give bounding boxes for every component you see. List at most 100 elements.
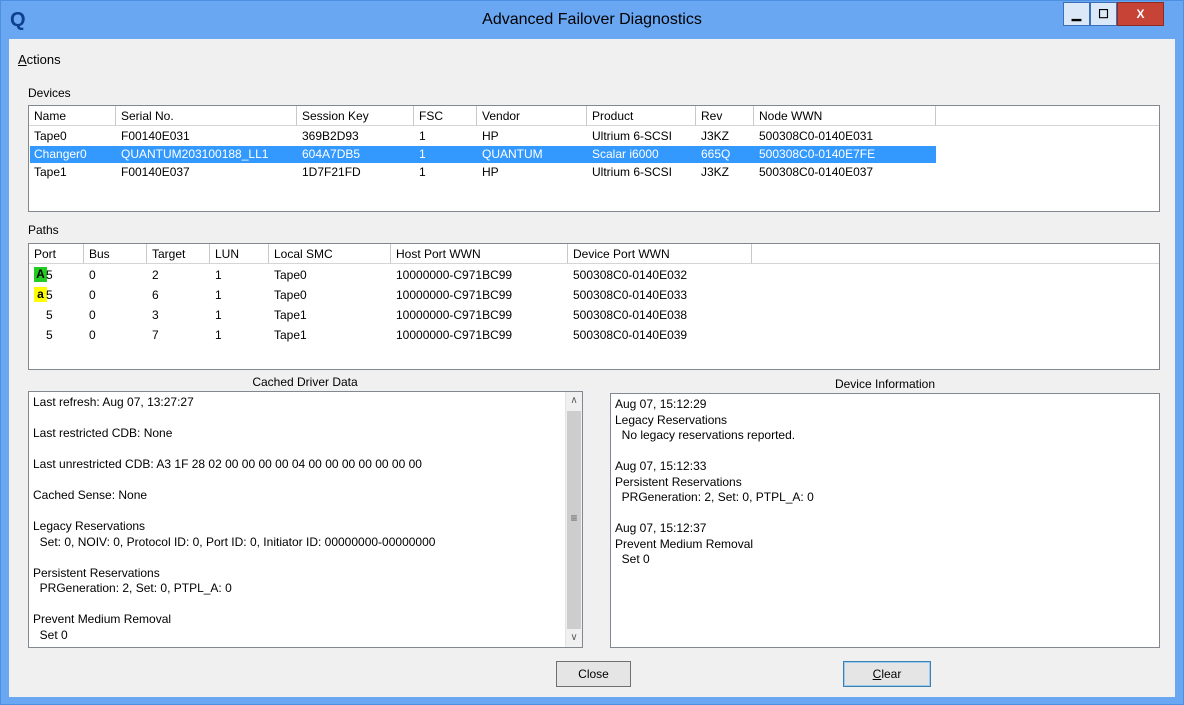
path-cell-device-port-wwn: 500308C0-0140E033 bbox=[573, 288, 688, 302]
paths-header-port[interactable]: Port bbox=[29, 244, 84, 264]
device-cell-node-wwn: 500308C0-0140E037 bbox=[759, 165, 874, 179]
device-cell-product: Scalar i6000 bbox=[592, 147, 659, 161]
device-info-line: Persistent Reservations bbox=[615, 474, 742, 489]
path-cell-device-port-wwn: 500308C0-0140E032 bbox=[573, 268, 688, 282]
path-cell-host-port-wwn: 10000000-C971BC99 bbox=[396, 268, 513, 282]
path-cell-host-port-wwn: 10000000-C971BC99 bbox=[396, 328, 513, 342]
device-row[interactable]: Changer0 QUANTUM203100188_LL1 604A7DB5 1 QUA… bbox=[30, 146, 936, 163]
device-cell-serial: QUANTUM203100188_LL1 bbox=[121, 147, 269, 161]
cached-text-line: Prevent Medium Removal bbox=[33, 612, 172, 626]
path-cell-local-smc: Tape1 bbox=[274, 308, 307, 322]
device-cell-node-wwn: 500308C0-0140E7FE bbox=[759, 147, 876, 161]
path-cell-local-smc: Tape1 bbox=[274, 328, 307, 342]
cached-text-line: Set: 0, NOIV: 0, Protocol ID: 0, Port ID… bbox=[33, 534, 436, 549]
device-cell-vendor: QUANTUM bbox=[482, 147, 543, 161]
device-cell-rev: 665Q bbox=[701, 147, 731, 161]
device-cell-vendor: HP bbox=[482, 165, 499, 179]
device-info-line: Aug 07, 15:12:37 bbox=[615, 521, 707, 535]
path-cell-target: 3 bbox=[152, 308, 159, 322]
devices-header-rev[interactable]: Rev bbox=[696, 106, 754, 126]
device-info-line: Aug 07, 15:12:33 bbox=[615, 459, 707, 473]
cached-text-line: Persistent Reservations bbox=[33, 565, 160, 580]
device-cell-name: Tape1 bbox=[34, 165, 67, 179]
device-info-line: Set 0 bbox=[615, 552, 650, 566]
maximize-button[interactable]: ☐ bbox=[1090, 2, 1117, 26]
minimize-button[interactable]: ▁ bbox=[1063, 2, 1090, 26]
devices-header-vendor[interactable]: Vendor bbox=[477, 106, 587, 126]
path-cell-target: 7 bbox=[152, 328, 159, 342]
paths-header-device-port-wwn[interactable]: Device Port WWN bbox=[568, 244, 752, 264]
cached-text-line: Set 0 bbox=[33, 627, 68, 642]
path-cell-device-port-wwn: 500308C0-0140E038 bbox=[573, 308, 688, 322]
devices-header-session-key[interactable]: Session Key bbox=[297, 106, 414, 126]
clear-label: lear bbox=[881, 667, 902, 681]
scroll-up-icon[interactable]: ∧ bbox=[566, 392, 582, 410]
device-info-line: Prevent Medium Removal bbox=[615, 536, 754, 551]
device-info-line: Aug 07, 15:12:29 bbox=[615, 397, 707, 411]
scroll-down-icon[interactable]: ∨ bbox=[566, 629, 582, 647]
devices-list[interactable]: Name Serial No. Session Key FSC Vendor Produc… bbox=[28, 105, 1160, 212]
close-button[interactable]: Close bbox=[556, 661, 631, 687]
path-cell-lun: 1 bbox=[215, 268, 222, 282]
device-info-line: Legacy Reservations bbox=[615, 412, 728, 427]
devices-header-fsc[interactable]: FSC bbox=[414, 106, 477, 126]
paths-header-bus[interactable]: Bus bbox=[84, 244, 147, 264]
devices-header-name[interactable]: Name bbox=[29, 106, 116, 126]
vertical-scrollbar[interactable]: ∧ ≡ ∨ bbox=[565, 392, 582, 647]
menu-actions-label: ctions bbox=[26, 52, 61, 67]
path-row[interactable]: 5 0 7 1 Tape1 10000000-C971BC99 500308C0-0140E… bbox=[30, 327, 752, 344]
device-information-text[interactable]: Aug 07, 15:12:29 Legacy Reservations No l… bbox=[610, 393, 1160, 648]
path-cell-lun: 1 bbox=[215, 288, 222, 302]
device-cell-fsc: 1 bbox=[419, 147, 426, 161]
device-cell-rev: J3KZ bbox=[701, 129, 730, 143]
paths-list[interactable]: Port Bus Target LUN Local SMC Host Port WWN De… bbox=[28, 243, 1160, 370]
device-row[interactable]: Tape1 F00140E037 1D7F21FD 1 HP Ultrium 6-SCSI… bbox=[30, 164, 936, 181]
cached-text-line: Legacy Reservations bbox=[33, 519, 146, 533]
path-cell-host-port-wwn: 10000000-C971BC99 bbox=[396, 288, 513, 302]
device-row[interactable]: Tape0 F00140E031 369B2D93 1 HP Ultrium 6-SCSI… bbox=[30, 128, 936, 145]
cached-text-line: Cached Sense: None bbox=[33, 488, 148, 502]
device-cell-session-key: 369B2D93 bbox=[302, 129, 359, 143]
title-bar[interactable]: Q Advanced Failover Diagnostics ▁ ☐ X bbox=[1, 1, 1183, 39]
device-cell-product: Ultrium 6-SCSI bbox=[592, 165, 673, 179]
path-row[interactable]: a 5 0 6 1 Tape0 10000000-C971BC99 500308C0-0140… bbox=[30, 287, 752, 304]
devices-header-filler bbox=[936, 106, 1159, 126]
paths-label: Paths bbox=[28, 223, 59, 237]
cached-text-line: Last refresh: Aug 07, 13:27:27 bbox=[33, 395, 194, 409]
close-window-button[interactable]: X bbox=[1117, 2, 1164, 26]
devices-header-product[interactable]: Product bbox=[587, 106, 696, 126]
path-cell-host-port-wwn: 10000000-C971BC99 bbox=[396, 308, 513, 322]
menu-actions[interactable]: Actions bbox=[18, 52, 61, 67]
device-cell-vendor: HP bbox=[482, 129, 499, 143]
devices-header-node-wwn[interactable]: Node WWN bbox=[754, 106, 936, 126]
path-cell-bus: 0 bbox=[89, 288, 96, 302]
path-cell-target: 2 bbox=[152, 268, 159, 282]
device-cell-session-key: 1D7F21FD bbox=[302, 165, 361, 179]
path-cell-device-port-wwn: 500308C0-0140E039 bbox=[573, 328, 688, 342]
clear-button[interactable]: Clear bbox=[843, 661, 931, 687]
device-cell-serial: F00140E031 bbox=[121, 129, 190, 143]
cached-text-line: Last restricted CDB: None bbox=[33, 426, 173, 440]
paths-header-host-port-wwn[interactable]: Host Port WWN bbox=[391, 244, 568, 264]
path-row[interactable]: 5 0 3 1 Tape1 10000000-C971BC99 500308C0-0140E… bbox=[30, 307, 752, 324]
paths-header-local-smc[interactable]: Local SMC bbox=[269, 244, 391, 264]
cached-text-line: Last unrestricted CDB: A3 1F 28 02 00 00… bbox=[33, 457, 422, 471]
device-cell-product: Ultrium 6-SCSI bbox=[592, 129, 673, 143]
devices-header-serial[interactable]: Serial No. bbox=[116, 106, 297, 126]
cached-driver-data-label: Cached Driver Data bbox=[252, 375, 358, 389]
path-cell-bus: 0 bbox=[89, 268, 96, 282]
path-cell-lun: 1 bbox=[215, 328, 222, 342]
device-info-line: No legacy reservations reported. bbox=[615, 428, 796, 442]
window-title: Advanced Failover Diagnostics bbox=[482, 11, 702, 28]
device-info-line: PRGeneration: 2, Set: 0, PTPL_A: 0 bbox=[615, 490, 814, 504]
paths-header-lun[interactable]: LUN bbox=[210, 244, 269, 264]
path-row[interactable]: A 5 0 2 1 Tape0 10000000-C971BC99 500308C0-0140… bbox=[30, 267, 752, 284]
path-cell-local-smc: Tape0 bbox=[274, 268, 307, 282]
path-cell-bus: 0 bbox=[89, 308, 96, 322]
device-cell-name: Tape0 bbox=[34, 129, 67, 143]
device-information-label: Device Information bbox=[834, 377, 936, 391]
path-cell-port: 5 bbox=[46, 288, 53, 302]
menu-actions-accesskey: A bbox=[18, 52, 27, 67]
paths-header-target[interactable]: Target bbox=[147, 244, 210, 264]
cached-driver-data-text[interactable]: ∧ ≡ ∨ Last refresh: Aug 07, 13:27:27 Last… bbox=[28, 391, 583, 648]
